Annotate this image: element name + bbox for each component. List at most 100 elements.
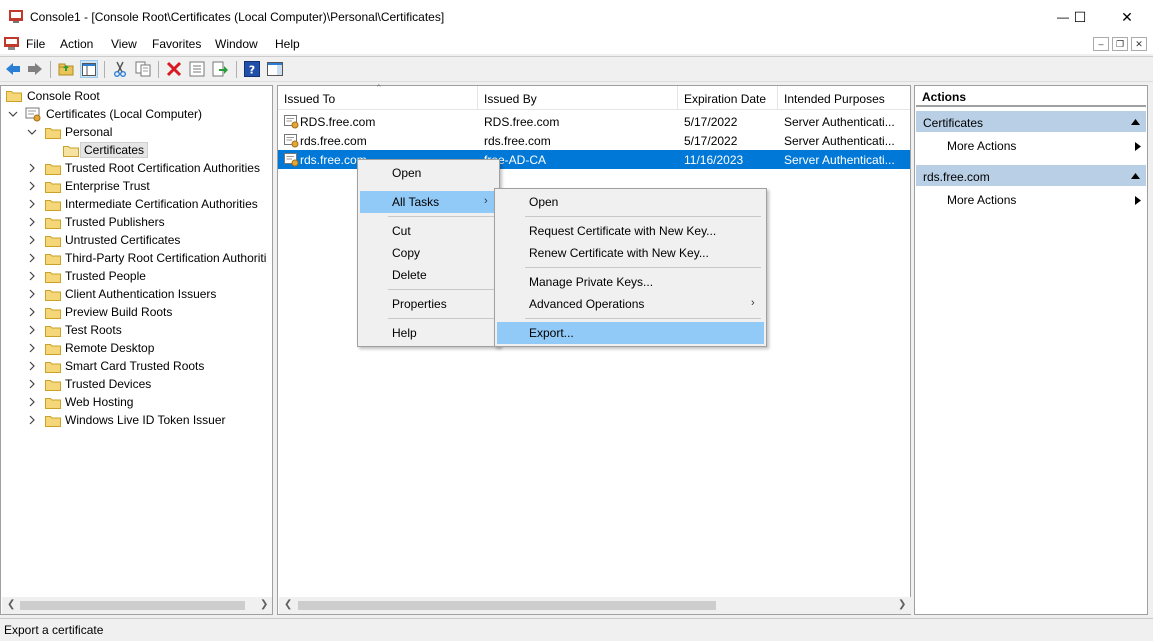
menu-item-copy[interactable]: Copy [360,242,497,264]
folder-icon [45,128,61,139]
tree-item-store[interactable]: Trusted Publishers [1,213,272,231]
export-list-icon[interactable] [211,60,229,78]
tree-item-certificates-local-computer[interactable]: Certificates (Local Computer) [1,105,272,123]
column-intended-purposes[interactable]: Intended Purposes [778,86,910,110]
back-icon[interactable] [4,60,22,78]
chevron-right-icon[interactable] [27,307,37,317]
scroll-right-icon[interactable]: ❯ [898,599,906,610]
delete-icon[interactable] [165,60,183,78]
chevron-right-icon[interactable] [27,199,37,209]
submenu-item-open[interactable]: Open [497,191,764,213]
mdi-restore-icon[interactable]: ❐ [1112,37,1128,51]
action-more-actions-rds[interactable]: More Actions [947,193,1145,207]
tree-item-store[interactable]: Trusted People [1,267,272,285]
menu-item-help[interactable]: Help [360,322,497,344]
chevron-right-icon[interactable] [27,181,37,191]
chevron-right-icon[interactable] [27,397,37,407]
action-more-actions-certificates[interactable]: More Actions [947,139,1145,153]
scroll-right-icon[interactable]: ❯ [260,599,268,610]
menu-window[interactable]: Window [215,37,258,51]
tree-item-label: Client Authentication Issuers [65,287,217,301]
maximize-button[interactable]: ☐ [1057,0,1103,34]
submenu-item-manage-private-keys[interactable]: Manage Private Keys... [497,271,764,293]
column-expiration-date[interactable]: Expiration Date [678,86,778,110]
close-button[interactable]: ✕ [1104,0,1150,34]
certificate-row[interactable]: RDS.free.com RDS.free.com 5/17/2022 Server … [278,112,910,131]
menu-favorites[interactable]: Favorites [152,37,201,51]
show-hide-action-pane-icon[interactable] [266,60,284,78]
submenu-item-export[interactable]: Export... [497,322,764,344]
tree-horizontal-scrollbar[interactable]: ❮ ❯ [2,597,272,614]
folder-icon [45,416,61,427]
cut-icon[interactable] [111,60,129,78]
scrollbar-thumb[interactable] [298,601,716,610]
chevron-right-icon[interactable] [27,361,37,371]
scroll-left-icon[interactable]: ❮ [7,599,15,610]
actions-section-rds[interactable]: rds.free.com [916,164,1146,186]
mdi-close-icon[interactable]: ✕ [1131,37,1147,51]
tree-item-personal[interactable]: Personal [1,123,272,141]
chevron-right-icon[interactable] [27,379,37,389]
scrollbar-thumb[interactable] [20,601,245,610]
tree-item-console-root[interactable]: Console Root [1,87,272,105]
menu-view[interactable]: View [111,37,137,51]
tree-item-label: Preview Build Roots [65,305,173,319]
certificate-icon [284,115,299,129]
up-folder-icon[interactable] [57,60,75,78]
mmc-app-icon[interactable] [8,9,24,23]
tree-item-store[interactable]: Web Hosting [1,393,272,411]
tree-item-store[interactable]: Intermediate Certification Authorities [1,195,272,213]
column-issued-by[interactable]: Issued By [478,86,678,110]
menu-help[interactable]: Help [275,37,300,51]
tree-item-certificates[interactable]: Certificates [1,141,272,159]
menu-file[interactable]: File [26,37,45,51]
status-text: Export a certificate [4,623,104,637]
status-bar: Export a certificate [0,618,1153,641]
chevron-right-icon[interactable] [27,271,37,281]
console-icon[interactable] [4,37,19,50]
submenu-item-advanced-operations[interactable]: Advanced Operations › [497,293,764,315]
forward-icon[interactable] [26,60,44,78]
tree-item-label: Trusted Devices [65,377,152,391]
menu-item-all-tasks[interactable]: All Tasks › [360,191,497,213]
list-horizontal-scrollbar[interactable]: ❮ ❯ [279,597,911,614]
tree-item-store[interactable]: Preview Build Roots [1,303,272,321]
submenu-item-request-new-key[interactable]: Request Certificate with New Key... [497,220,764,242]
tree-item-store[interactable]: Trusted Root Certification Authorities [1,159,272,177]
tree-item-store[interactable]: Third-Party Root Certification Authoriti [1,249,272,267]
menu-item-properties[interactable]: Properties [360,293,497,315]
tree-item-store[interactable]: Client Authentication Issuers [1,285,272,303]
submenu-item-renew-new-key[interactable]: Renew Certificate with New Key... [497,242,764,264]
chevron-right-icon[interactable] [27,235,37,245]
submenu-arrow-icon: › [751,297,755,309]
actions-section-certificates[interactable]: Certificates [916,110,1146,132]
menu-item-open[interactable]: Open [360,162,497,184]
chevron-right-icon[interactable] [27,325,37,335]
copy-icon[interactable] [134,60,152,78]
chevron-right-icon[interactable] [27,253,37,263]
chevron-right-icon[interactable] [27,217,37,227]
scroll-left-icon[interactable]: ❮ [284,599,292,610]
context-menu: Open All Tasks › Cut Copy Delete Propert… [357,159,500,347]
help-icon[interactable]: ? [243,60,261,78]
properties-icon[interactable] [188,60,206,78]
certificate-row[interactable]: rds.free.com rds.free.com 5/17/2022 Server … [278,131,910,150]
tree-item-store[interactable]: Enterprise Trust [1,177,272,195]
folder-icon [45,290,61,301]
chevron-right-icon[interactable] [27,343,37,353]
chevron-right-icon[interactable] [27,415,37,425]
tree-item-store[interactable]: Untrusted Certificates [1,231,272,249]
show-hide-tree-icon[interactable] [80,60,98,78]
chevron-right-icon[interactable] [27,163,37,173]
menu-item-delete[interactable]: Delete [360,264,497,286]
tree-item-store[interactable]: Smart Card Trusted Roots [1,357,272,375]
tree-item-store[interactable]: Windows Live ID Token Issuer [1,411,272,429]
menu-item-cut[interactable]: Cut [360,220,497,242]
tree-item-store[interactable]: Test Roots [1,321,272,339]
tree-item-store[interactable]: Remote Desktop [1,339,272,357]
tree-item-store[interactable]: Trusted Devices [1,375,272,393]
close-icon: ✕ [1121,8,1133,25]
menu-action[interactable]: Action [60,37,93,51]
chevron-right-icon[interactable] [27,289,37,299]
mdi-minimize-icon[interactable]: – [1093,37,1109,51]
